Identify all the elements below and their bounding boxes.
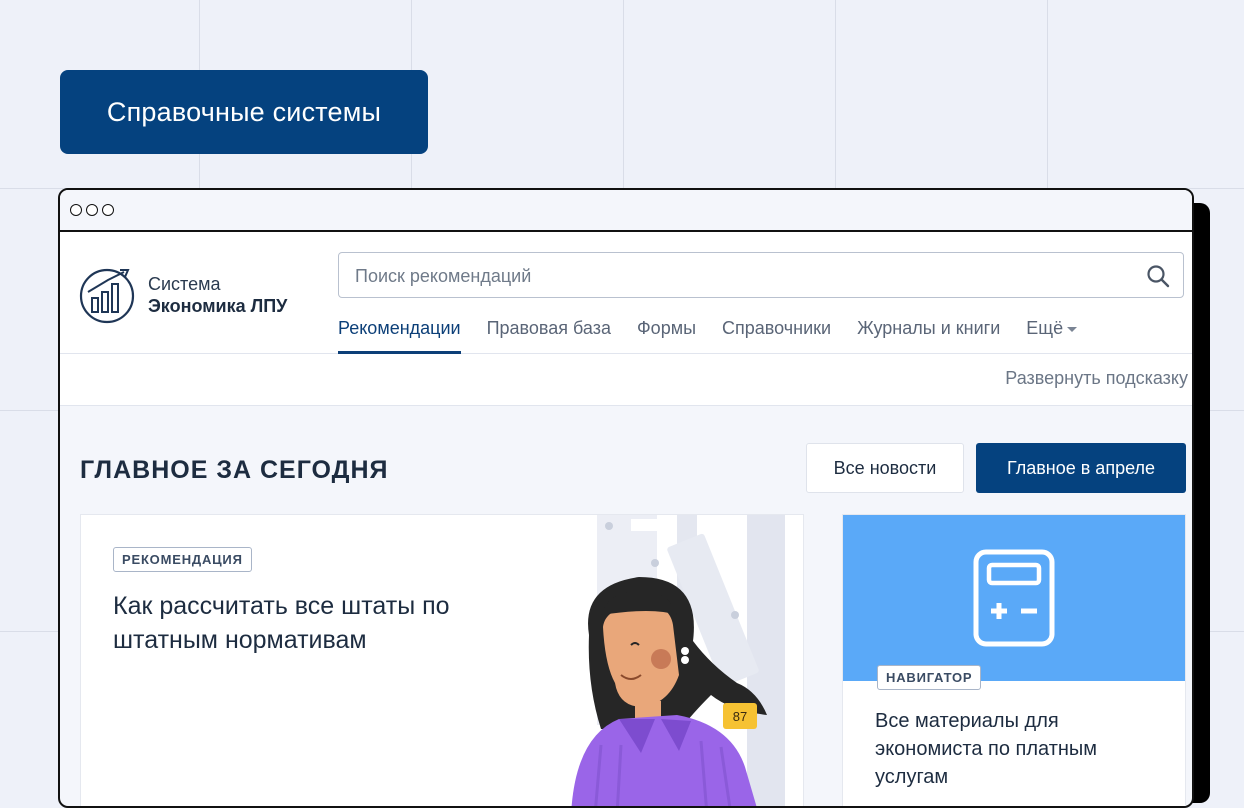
card-tag: РЕКОМЕНДАЦИЯ — [113, 547, 252, 572]
expand-hint-link[interactable]: Развернуть подсказку — [1005, 368, 1188, 389]
all-news-button[interactable]: Все новости — [806, 443, 964, 493]
search-icon[interactable] — [1145, 263, 1171, 289]
search-box[interactable] — [338, 252, 1184, 299]
chevron-down-icon — [1067, 327, 1078, 332]
name-badge-number: 87 — [733, 709, 747, 724]
window-dot-icon[interactable] — [86, 204, 98, 216]
card-tag: НАВИГАТОР — [877, 665, 982, 690]
hint-bar: Развернуть подсказку — [60, 354, 1192, 406]
main-nav: Рекомендации Правовая база Формы Справоч… — [338, 312, 1103, 354]
section-title: ГЛАВНОЕ ЗА СЕГОДНЯ — [80, 456, 389, 484]
nav-item-more[interactable]: Ещё — [1026, 312, 1078, 354]
navigator-card[interactable]: НАВИГАТОР Все материалы для экономиста п… — [842, 514, 1186, 806]
search-input[interactable] — [339, 253, 1127, 299]
nav-item-legal-base[interactable]: Правовая база — [487, 312, 611, 354]
main-in-april-button[interactable]: Главное в апреле — [976, 443, 1186, 493]
hero-badge: Справочные системы — [60, 70, 428, 154]
card-title[interactable]: Все материалы для экономиста по платным … — [875, 707, 1165, 791]
featured-card[interactable]: РЕКОМЕНДАЦИЯ Как рассчитать все штаты по… — [80, 514, 804, 806]
woman-illustration: 87 — [571, 515, 785, 806]
nav-more-label: Ещё — [1026, 318, 1064, 338]
calculator-icon — [973, 549, 1055, 647]
nav-item-recommendations[interactable]: Рекомендации — [338, 312, 461, 354]
growth-chart-logo-icon[interactable] — [78, 264, 138, 324]
site-header: Система Экономика ЛПУ Рекомендации Право… — [60, 232, 1192, 354]
window-dot-icon[interactable] — [102, 204, 114, 216]
navigator-banner — [843, 515, 1185, 681]
brand-name-line2: Экономика ЛПУ — [148, 296, 288, 316]
nav-item-references[interactable]: Справочники — [722, 312, 831, 354]
nav-item-forms[interactable]: Формы — [637, 312, 696, 354]
nav-item-journals-books[interactable]: Журналы и книги — [857, 312, 1000, 354]
window-dot-icon[interactable] — [70, 204, 82, 216]
browser-window: Система Экономика ЛПУ Рекомендации Право… — [58, 188, 1194, 808]
hero-label: Справочные системы — [106, 96, 382, 127]
card-title[interactable]: Как рассчитать все штаты по штатным норм… — [113, 589, 473, 657]
window-titlebar — [60, 190, 1192, 232]
brand-name-line1: Система — [148, 274, 221, 294]
